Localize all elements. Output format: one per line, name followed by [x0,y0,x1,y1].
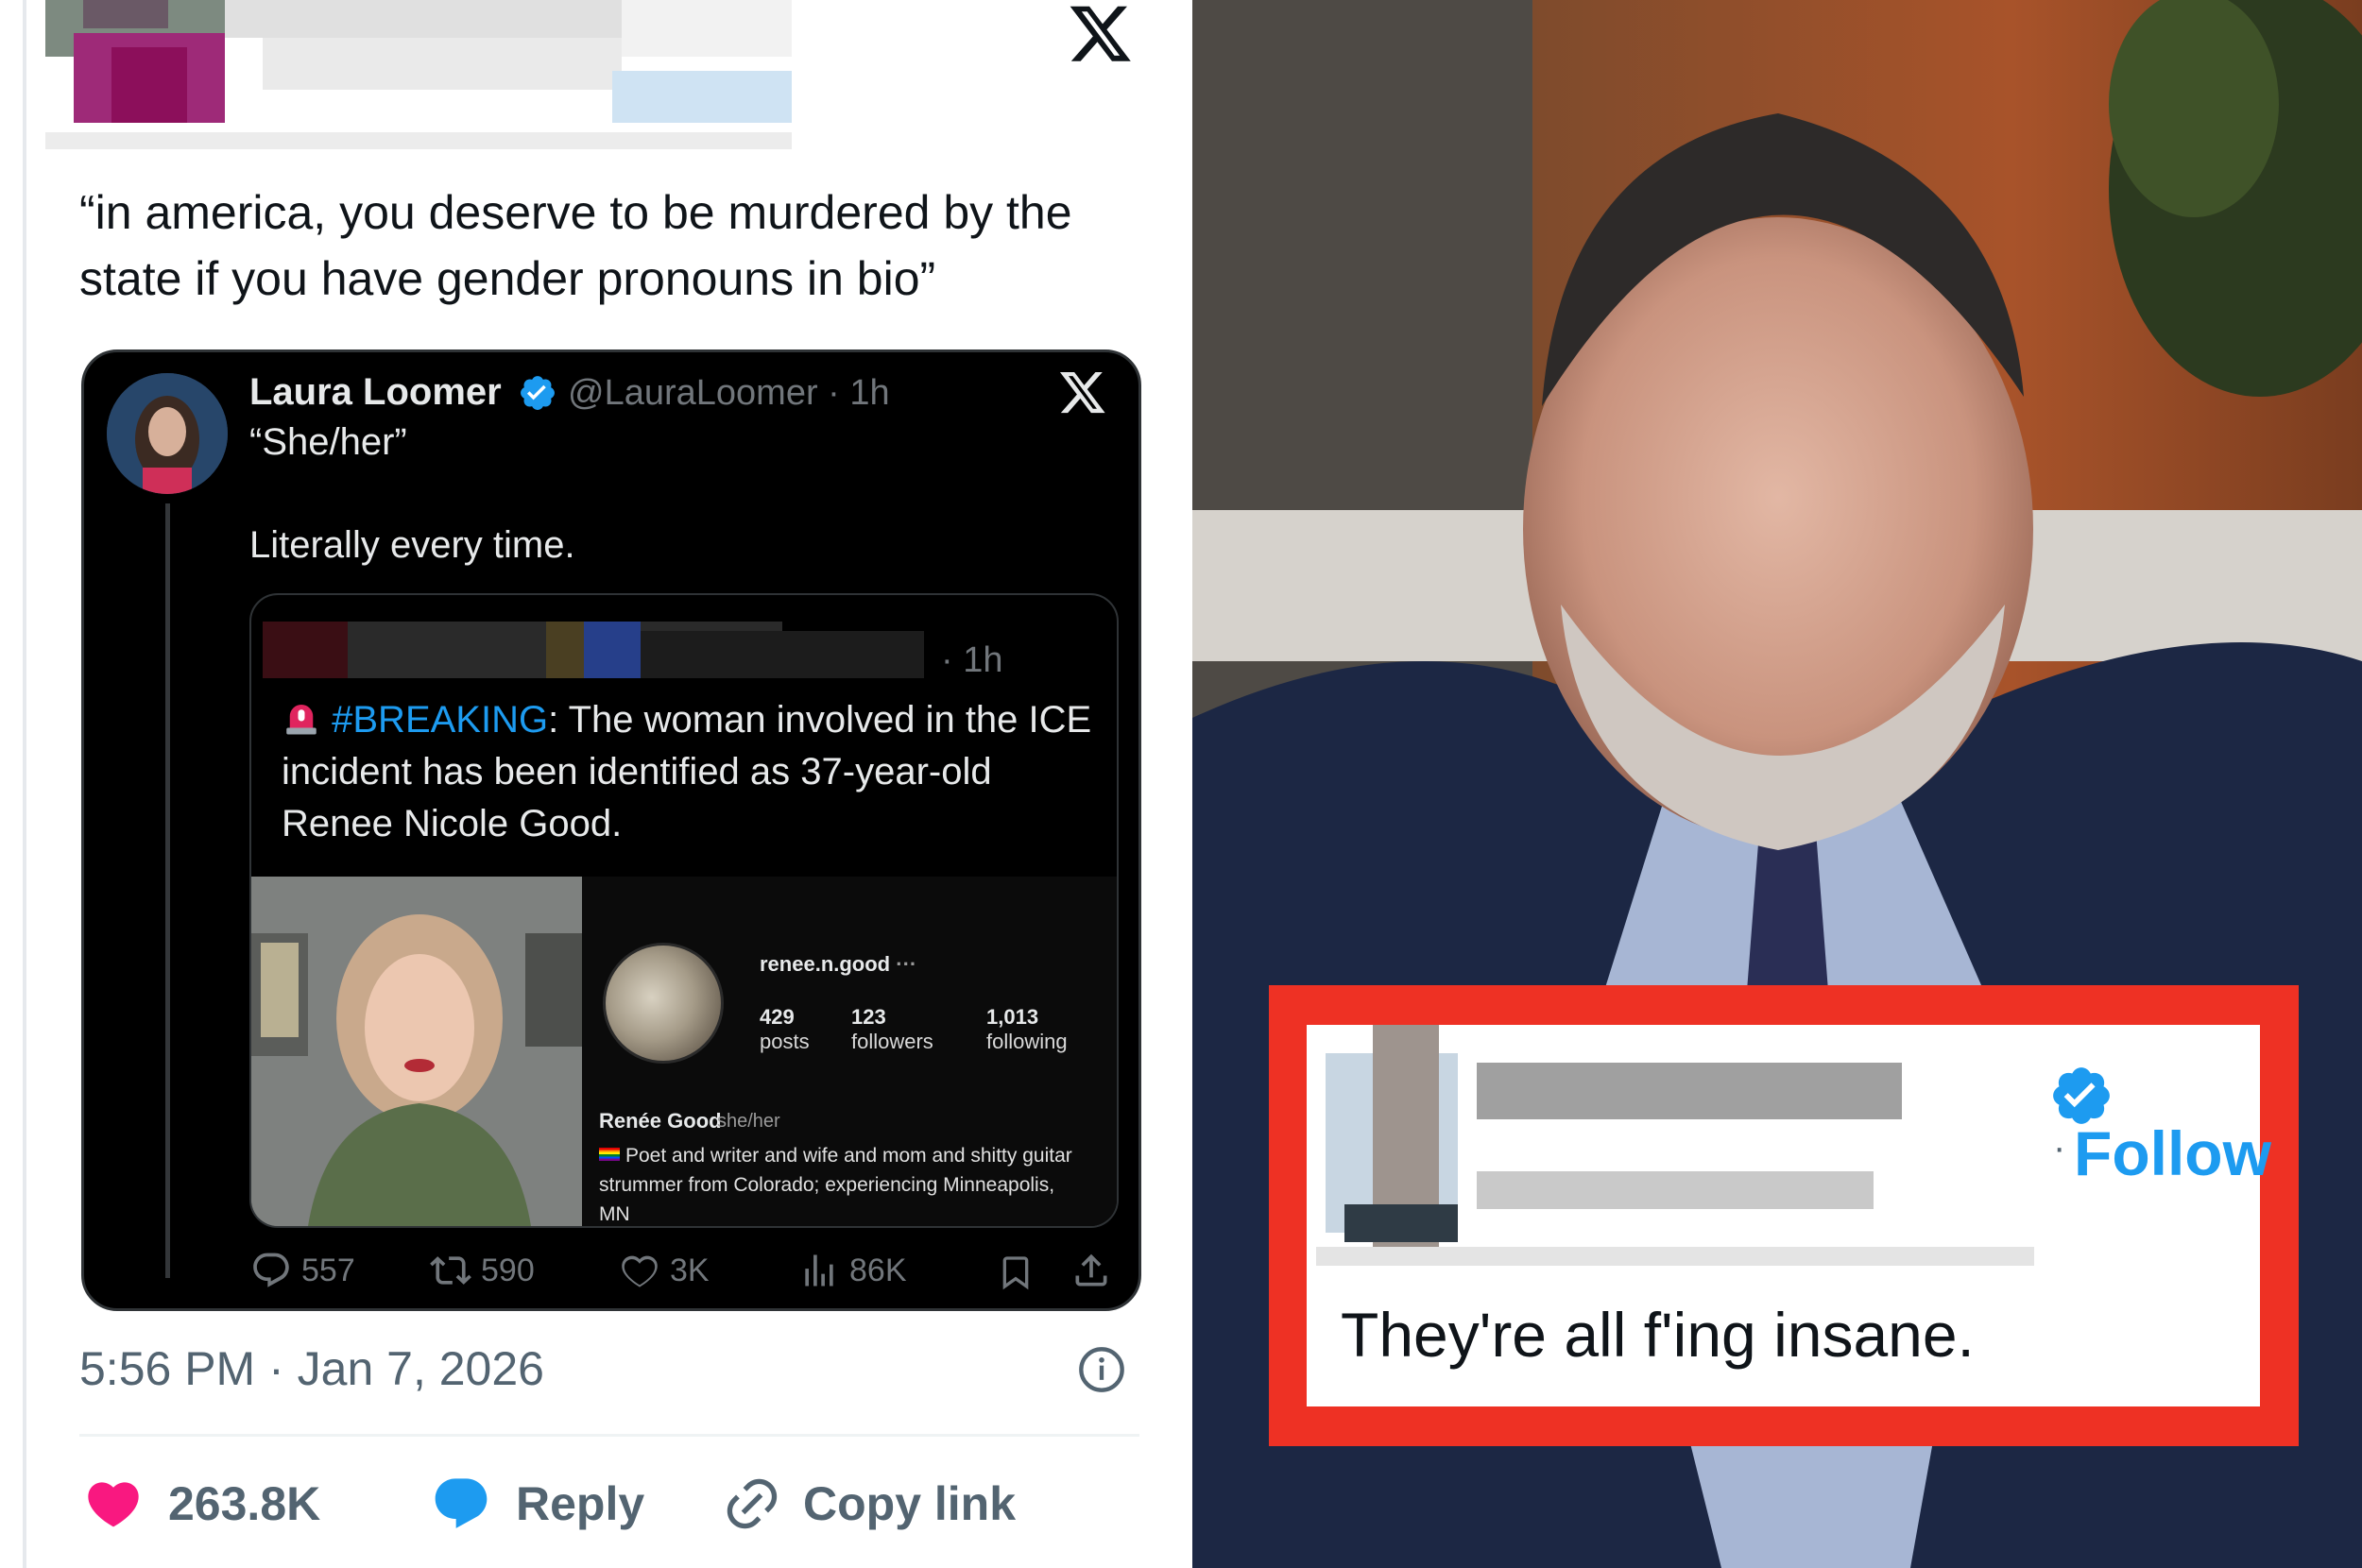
profile-name: Renée Good [599,1109,722,1133]
profile-posts: 429 posts [760,1005,810,1053]
hashtag-link[interactable]: #BREAKING [332,699,548,741]
embedded-tweet-line2: Literally every time. [249,524,575,566]
overlay-reply-card: · Follow They're all f'ing insane. [1269,985,2299,1446]
tweet-timestamp[interactable]: 5:56 PM · Jan 7, 2026 [79,1341,544,1396]
profile-username: renee.n.good ··· [760,952,917,976]
tweet-text: “in america, you deserve to be murdered … [79,186,1072,305]
embedded-tweet-line1: “She/her” [249,421,407,463]
siren-icon [286,705,317,735]
heart-filled-icon [88,1482,139,1527]
author-handle-time[interactable]: @LauraLoomer · 1h [568,373,890,414]
panel-edge [23,0,26,1568]
reply-label: Reply [516,1477,645,1530]
follow-button[interactable]: Follow [2074,1117,2271,1189]
repost-button[interactable]: 590 [430,1250,535,1291]
like-button[interactable]: 3K [619,1250,710,1291]
embedded-tweet-card[interactable]: Laura Loomer @LauraLoomer · 1h “She/her”… [81,349,1141,1311]
copy-link-label: Copy link [803,1477,1017,1530]
profile-followers: 123 followers [851,1005,933,1053]
person-photo [251,877,582,1226]
divider [79,1434,1139,1437]
panel-divider [1170,0,1192,1568]
overlay-inner: · Follow They're all f'ing insane. [1307,1025,2271,1406]
quoted-tweet[interactable]: · 1h #BREAKING: The woman involved in th… [249,593,1119,1228]
heart-outline-icon [622,1255,658,1287]
profile-following: 1,013 following [986,1005,1068,1053]
reply-text: They're all f'ing insane. [1341,1300,1975,1370]
x-logo-icon [1070,6,1131,61]
repost-icon [430,1256,471,1285]
reply-button[interactable]: 557 [250,1250,355,1291]
like-count: 3K [670,1252,710,1288]
avatar[interactable] [107,373,228,494]
profile-avatar [603,943,724,1064]
views-button[interactable]: 86K [798,1250,907,1291]
reply-button[interactable]: Reply [427,1474,644,1534]
analytics-icon [805,1254,833,1287]
quoted-text: #BREAKING: The woman involved in the ICE… [282,694,1094,850]
views-count: 86K [849,1252,907,1288]
reply-filled-icon [435,1478,488,1528]
link-icon [727,1478,778,1529]
quoted-time: · 1h [941,640,1003,680]
x-logo-icon[interactable] [1057,367,1108,417]
profile-pronouns: she/her [717,1111,780,1132]
censored-quoted-author [263,612,943,688]
thread-line [165,503,170,1278]
flag-icon [599,1148,620,1161]
left-tweet-panel: “in america, you deserve to be murdered … [0,0,1170,1568]
author-name[interactable]: Laura Loomer [249,371,502,414]
copy-link-button[interactable]: Copy link [722,1474,1016,1534]
info-icon[interactable] [1077,1345,1126,1394]
share-icon[interactable] [1070,1250,1112,1291]
profile-screenshot: renee.n.good ··· 429 posts 123 followers… [582,877,1117,1226]
quoted-media[interactable]: renee.n.good ··· 429 posts 123 followers… [251,877,1117,1226]
like-button[interactable]: 263.8K [79,1474,320,1534]
reply-icon [253,1253,289,1287]
censored-reply-author [1316,1025,2034,1266]
censored-header [45,0,792,151]
separator-dot: · [2053,1127,2066,1168]
bookmark-icon[interactable] [997,1252,1035,1293]
reply-count: 557 [301,1252,355,1288]
repost-count: 590 [481,1252,535,1288]
verified-badge-icon [521,376,555,410]
profile-bio: Poet and writer and wife and mom and shi… [599,1145,1072,1225]
like-count: 263.8K [168,1477,321,1530]
